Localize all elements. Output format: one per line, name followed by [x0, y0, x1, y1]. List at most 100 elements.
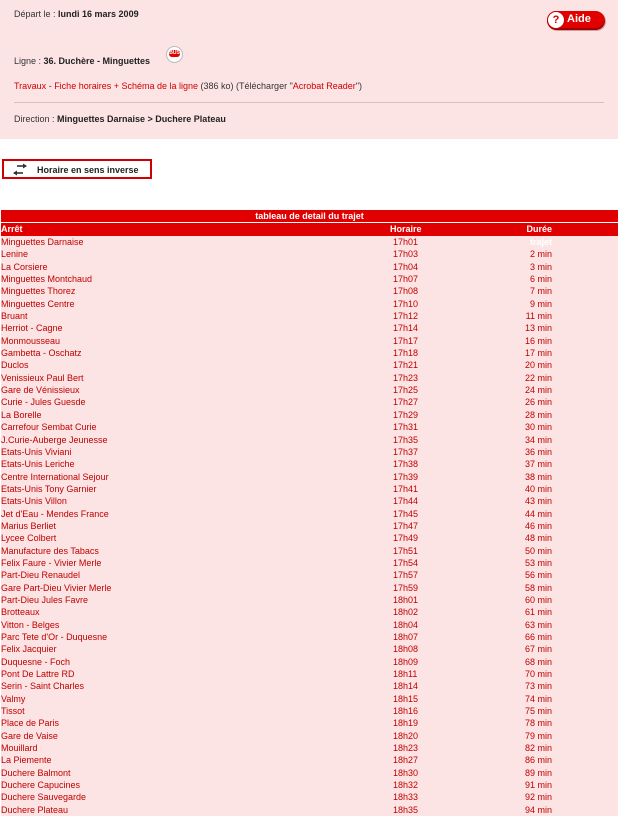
stop-cell: Centre International Sejour [1, 471, 109, 482]
header-stop: Arrêt [1, 224, 23, 234]
duration-cell: 9 min [529, 298, 552, 309]
time-cell: 18h04 [393, 619, 419, 630]
duration-cell: 38 min [524, 471, 552, 482]
stop-cell: Serin - Saint Charles [1, 681, 85, 692]
stop-cell: Duchere Sauvegarde [1, 792, 87, 803]
file-size-text: (386 ko) (Télécharger " [198, 81, 293, 91]
duration-cell: 58 min [524, 582, 552, 593]
stop-cell: Duchere Capucines [1, 780, 81, 791]
table-row: Duquesne - Foch 18h09 68 min [1, 656, 618, 668]
stop-cell: Valmy [1, 693, 26, 704]
stop-cell: Carrefour Sembat Curie [1, 422, 97, 433]
duration-cell: 50 min [524, 545, 552, 556]
table-title: tableau de detail du trajet [1, 210, 618, 222]
stop-cell: Marius Berliet [1, 520, 57, 531]
table-row: Pont De Lattre RD 18h11 70 min [1, 668, 618, 680]
stop-cell: Monmousseau [1, 335, 61, 346]
table-row: Lycee Colbert 17h49 48 min [1, 532, 618, 544]
stop-cell: Lenine [1, 249, 29, 260]
duration-cell: 34 min [524, 434, 552, 445]
fiche-horaires-link[interactable]: Fiche horaires + Schéma de la ligne [54, 81, 198, 91]
time-cell: 17h01 [393, 237, 419, 247]
stop-cell: Minguettes Montchaud [1, 274, 93, 285]
departure-line: Départ le : lundi 16 mars 2009 [14, 9, 139, 19]
table-row: Tissot 18h16 75 min [1, 705, 618, 717]
table-row: Minguettes Montchaud 17h07 6 min [1, 273, 618, 285]
stop-cell: Place de Paris [1, 718, 60, 729]
bus-icon-text: BUS [169, 50, 180, 57]
duration-cell: 16 min [524, 335, 552, 346]
table-row: Felix Jacquier 18h08 67 min [1, 643, 618, 655]
stop-cell: Etats-Unis Villon [1, 496, 67, 507]
stop-cell: Brotteaux [1, 607, 40, 618]
duration-cell: 63 min [524, 619, 552, 630]
table-row: Gare Part-Dieu Vivier Merle 17h59 58 min [1, 582, 618, 594]
table-row: Valmy 18h15 74 min [1, 693, 618, 705]
duration-cell: 43 min [524, 496, 552, 507]
table-row: Duchere Balmont 18h30 89 min [1, 767, 618, 779]
time-cell: 18h02 [393, 607, 419, 618]
time-cell: 18h16 [393, 706, 419, 717]
duration-cell: 40 min [524, 483, 552, 494]
time-cell: 17h10 [393, 298, 419, 309]
stop-cell: Gare Part-Dieu Vivier Merle [1, 582, 112, 593]
time-cell: 17h18 [393, 348, 419, 359]
table-row: Bruant 17h12 11 min [1, 310, 618, 322]
reverse-schedule-button[interactable]: Horaire en sens inverse [2, 159, 152, 179]
stop-cell: Parc Tete d'Or - Duquesne [1, 632, 108, 642]
time-cell: 18h01 [393, 594, 419, 605]
swap-arrows-icon [13, 163, 27, 176]
table-row: Carrefour Sembat Curie 17h31 30 min [1, 421, 618, 433]
info-panel: Départ le : lundi 16 mars 2009 ? Aide Li… [0, 0, 618, 139]
duration-cell: 44 min [524, 508, 552, 519]
table-row: Manufacture des Tabacs 17h51 50 min [1, 545, 618, 557]
duration-cell: 28 min [524, 409, 552, 420]
line-label: Ligne : [14, 56, 44, 66]
duration-cell: 70 min [524, 669, 552, 680]
time-cell: 18h33 [393, 792, 419, 803]
line-info: Ligne : 36. Duchère - Minguettes [14, 56, 150, 66]
duration-cell: 3 min [529, 261, 552, 272]
duration-cell: 61 min [524, 607, 552, 618]
stop-cell: La Corsiere [1, 261, 48, 272]
time-cell: 17h03 [393, 249, 419, 260]
time-cell: 17h38 [393, 459, 419, 470]
stop-cell: Vitton - Belges [1, 619, 60, 630]
table-row: Part-Dieu Jules Favre 18h01 60 min [1, 594, 618, 606]
duration-cell: 68 min [524, 656, 552, 667]
table-row: La Corsiere 17h04 3 min [1, 261, 618, 273]
direction-value: Minguettes Darnaise > Duchere Plateau [57, 114, 226, 124]
duration-cell: 24 min [524, 385, 552, 396]
time-cell: 18h14 [393, 681, 419, 692]
departure-label: Départ le : [14, 9, 59, 19]
time-cell: 17h17 [393, 335, 419, 346]
table-row: Serin - Saint Charles 18h14 73 min [1, 680, 618, 692]
time-cell: 18h23 [393, 743, 419, 754]
time-cell: 17h25 [393, 385, 419, 396]
travaux-link[interactable]: Travaux [14, 81, 46, 91]
time-cell: 17h35 [393, 434, 419, 445]
reverse-schedule-label: Horaire en sens inverse [37, 165, 139, 175]
bus-icon: BUS [166, 46, 183, 63]
stop-cell: Minguettes Thorez [1, 286, 76, 297]
links-dash: - [46, 81, 55, 91]
duration-cell: 48 min [524, 533, 552, 544]
table-row: Jet d'Eau - Mendes France 17h45 44 min [1, 508, 618, 520]
table-body: Minguettes Darnaise 17h01 Lenine 17h03 2 min… [1, 236, 618, 817]
time-cell: 17h51 [393, 545, 419, 556]
acrobat-reader-link[interactable]: Acrobat Reader [293, 81, 356, 91]
stop-cell: Gare de Vaise [1, 730, 58, 741]
table-row: Gare de Vénissieux 17h25 24 min [1, 384, 618, 396]
help-button[interactable]: ? Aide [547, 11, 605, 30]
duration-cell: 94 min [524, 804, 552, 815]
direction-line: Direction : Minguettes Darnaise > Ducher… [14, 114, 226, 124]
links-end: ") [355, 81, 363, 91]
time-cell: 17h12 [393, 311, 419, 322]
stop-cell: Etats-Unis Tony Garnier [1, 483, 97, 494]
table-row: Place de Paris 18h19 78 min [1, 717, 618, 729]
trip-detail-table: tableau de detail du trajet Arrêt Horair… [1, 210, 618, 817]
time-cell: 17h27 [393, 397, 419, 408]
table-row: Curie - Jules Guesde 17h27 26 min [1, 396, 618, 408]
table-header: Arrêt Horaire Durée trajet [1, 223, 618, 247]
time-cell: 17h29 [393, 409, 419, 420]
